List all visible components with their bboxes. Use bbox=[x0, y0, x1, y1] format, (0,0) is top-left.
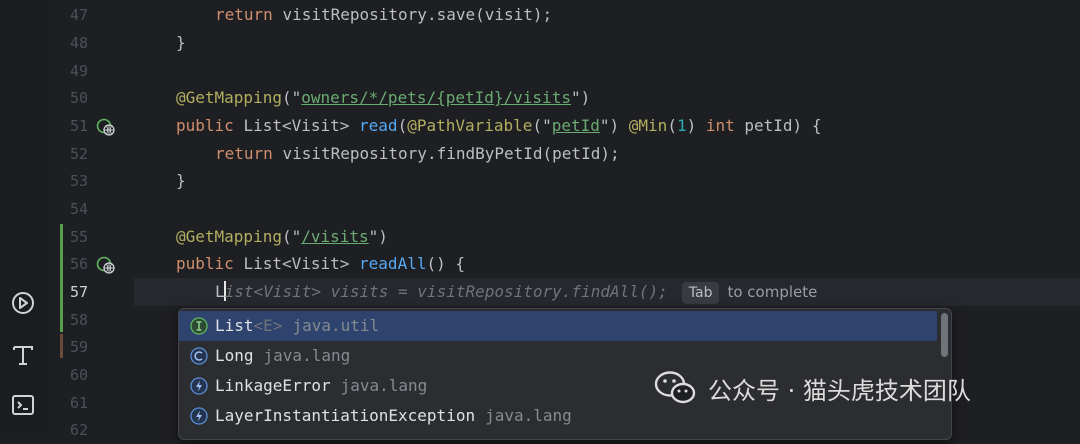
annotation: @PathVariable bbox=[407, 116, 533, 135]
keyword: public bbox=[176, 116, 244, 135]
class-icon bbox=[190, 347, 208, 365]
code-line-50: @GetMapping("owners/*/pets/{petId}/visit… bbox=[176, 84, 590, 112]
code-line-53: } bbox=[176, 171, 186, 190]
code-text: (" bbox=[281, 227, 302, 246]
terminal-icon[interactable] bbox=[10, 392, 36, 418]
line-number: 53 bbox=[69, 172, 88, 190]
line-number: 58 bbox=[69, 311, 88, 329]
inline-completion-suggestion[interactable]: ist<Visit> visits = visitRepository.find… bbox=[225, 282, 668, 301]
code-text: ( bbox=[667, 116, 677, 135]
interface-icon bbox=[190, 317, 208, 335]
code-text: ") bbox=[570, 88, 591, 107]
code-text: ") bbox=[599, 116, 629, 135]
code-text: petId) { bbox=[744, 116, 822, 135]
run-debug-icon[interactable] bbox=[10, 290, 36, 316]
identifier: visitRepository bbox=[282, 144, 427, 163]
vcs-modified-marker[interactable] bbox=[60, 334, 63, 358]
code-text: (" bbox=[532, 116, 552, 135]
keyword: public bbox=[176, 254, 244, 273]
watermark: 公众号 · 猫头虎技术团队 bbox=[654, 366, 971, 410]
current-line-content: List<Visit> visits = visitRepository.fin… bbox=[215, 278, 817, 306]
code-text: () { bbox=[426, 254, 465, 273]
annotation: @GetMapping bbox=[176, 227, 282, 246]
annotation: @Min bbox=[628, 116, 668, 135]
completion-scrollbar[interactable] bbox=[941, 313, 948, 357]
watermark-text: 公众号 · 猫头虎技术团队 bbox=[708, 376, 971, 405]
method-name: readAll bbox=[359, 254, 427, 273]
vcs-added-marker[interactable] bbox=[60, 224, 63, 332]
line-number: 54 bbox=[69, 200, 88, 218]
endpoint-globe-icon[interactable] bbox=[96, 117, 116, 137]
line-number: 62 bbox=[69, 421, 88, 439]
code-text: .save(visit); bbox=[426, 5, 553, 24]
string-literal: petId bbox=[551, 116, 600, 135]
line-number: 59 bbox=[69, 338, 88, 356]
code-text: (" bbox=[281, 88, 302, 107]
line-number: 56 bbox=[69, 255, 88, 273]
code-line-51: public List<Visit> read(@PathVariable("p… bbox=[176, 112, 821, 140]
code-line-56: public List<Visit> readAll() { bbox=[176, 250, 465, 278]
completion-package: java.lang bbox=[340, 376, 428, 395]
tab-key-hint[interactable]: Tab bbox=[681, 282, 720, 304]
keyword: int bbox=[705, 116, 745, 135]
code-text: ") bbox=[368, 227, 388, 246]
type-hierarchy-icon[interactable] bbox=[10, 342, 36, 368]
identifier: visitRepository bbox=[282, 5, 427, 24]
line-number: 50 bbox=[69, 89, 88, 107]
method-name: read bbox=[359, 116, 398, 135]
line-number: 52 bbox=[69, 145, 88, 163]
string-literal[interactable]: owners/*/pets/{petId}/visits bbox=[301, 88, 571, 107]
completion-name: LinkageError bbox=[215, 376, 331, 395]
completion-type-params: <E> bbox=[253, 316, 283, 335]
line-number: 49 bbox=[69, 62, 88, 80]
endpoint-globe-icon[interactable] bbox=[96, 255, 116, 275]
code-line-55: @GetMapping("/visits") bbox=[176, 223, 388, 251]
completion-item[interactable]: List<E> java.util bbox=[179, 311, 937, 341]
completion-label: LayerInstantiationException java.lang bbox=[215, 401, 572, 431]
code-text: ) bbox=[686, 116, 706, 135]
completion-package: java.lang bbox=[263, 346, 351, 365]
line-number: 51 bbox=[69, 117, 88, 135]
line-number-current: 57 bbox=[69, 283, 88, 301]
completion-label: List<E> java.util bbox=[215, 311, 379, 341]
exception-icon bbox=[190, 407, 208, 425]
activity-bar bbox=[0, 0, 49, 432]
completion-package: java.lang bbox=[485, 406, 572, 425]
line-number: 61 bbox=[69, 394, 88, 412]
line-number: 60 bbox=[69, 366, 88, 384]
completion-label: Long java.lang bbox=[215, 341, 350, 371]
type: List<Visit> bbox=[243, 254, 360, 273]
tab-hint-text: to complete bbox=[727, 283, 818, 301]
completion-name: List bbox=[215, 316, 254, 335]
completion-name: Long bbox=[215, 346, 254, 365]
annotation: @GetMapping bbox=[176, 88, 282, 107]
line-number: 48 bbox=[69, 34, 88, 52]
keyword: return bbox=[215, 144, 283, 163]
completion-name: LayerInstantiationException bbox=[215, 406, 476, 425]
wechat-logo-icon bbox=[654, 371, 696, 404]
keyword: return bbox=[215, 5, 283, 24]
editor-gutter[interactable]: 47 48 49 50 51 52 53 54 55 56 57 58 59 6… bbox=[48, 0, 134, 439]
completion-package: java.util bbox=[292, 316, 380, 335]
code-line-52: return visitRepository.findByPetId(petId… bbox=[215, 140, 620, 168]
code-line-57-current[interactable]: List<Visit> visits = visitRepository.fin… bbox=[134, 278, 1080, 306]
line-number: 47 bbox=[69, 6, 88, 24]
type: List<Visit> bbox=[243, 116, 360, 135]
number-literal: 1 bbox=[676, 116, 687, 135]
line-number: 55 bbox=[69, 228, 88, 246]
string-literal[interactable]: /visits bbox=[301, 227, 368, 246]
code-text: .findByPetId(petId); bbox=[426, 144, 620, 163]
code-line-47: return visitRepository.save(visit); bbox=[215, 1, 552, 29]
exception-icon bbox=[190, 377, 208, 395]
code-text: ( bbox=[397, 116, 408, 135]
completion-label: LinkageError java.lang bbox=[215, 371, 427, 401]
code-line-48: } bbox=[176, 33, 186, 52]
